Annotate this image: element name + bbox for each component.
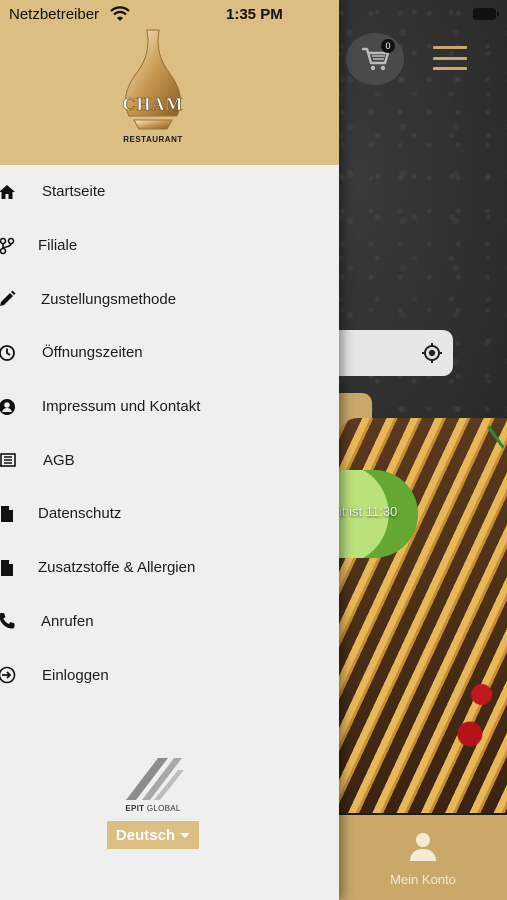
menu-item-filiale[interactable]: Filiale <box>0 219 339 273</box>
locate-icon[interactable] <box>421 342 443 364</box>
drawer-menu: Startseite Filiale Zustellungsmethode Öf… <box>0 165 339 702</box>
account-icon <box>410 833 436 861</box>
menu-item-agb[interactable]: AGB <box>0 433 339 487</box>
pencil-icon <box>0 290 16 307</box>
menu-item-einloggen[interactable]: Einloggen <box>0 648 339 702</box>
branch-icon <box>0 237 15 254</box>
menu-item-impressum[interactable]: Impressum und Kontakt <box>0 380 339 434</box>
menu-item-label: Zusatzstoffe & Allergien <box>38 559 196 577</box>
cart-button[interactable]: 0 <box>346 33 404 85</box>
battery-icon <box>473 8 499 20</box>
menu-item-zustellungsmethode[interactable]: Zustellungsmethode <box>0 272 339 326</box>
menu-item-label: Datenschutz <box>38 505 122 523</box>
language-select[interactable]: Deutsch <box>107 821 199 849</box>
restaurant-logo[interactable]: CHAM RESTAURANT <box>110 28 196 146</box>
menu-item-anrufen[interactable]: Anrufen <box>0 595 339 649</box>
navigation-drawer: CHAM RESTAURANT Startseite Filiale Zuste… <box>0 0 339 900</box>
document-icon <box>1 505 13 522</box>
tab-my-account[interactable]: Mein Konto <box>339 815 507 900</box>
menu-item-label: Filiale <box>38 237 78 255</box>
company-name: EPIT GLOBAL <box>125 804 181 813</box>
carafe-icon <box>125 29 181 130</box>
menu-item-label: Anrufen <box>41 612 94 630</box>
wifi-icon <box>110 6 130 21</box>
company-logo: EPIT GLOBAL <box>120 752 186 814</box>
restaurant-subtitle: RESTAURANT <box>123 135 183 144</box>
menu-item-zusatzstoffe[interactable]: Zusatzstoffe & Allergien <box>0 541 339 595</box>
menu-item-label: Startseite <box>42 183 106 201</box>
restaurant-name: CHAM <box>122 94 184 115</box>
document-icon <box>1 559 13 576</box>
opening-time-note: it ist 11:30 <box>339 504 398 519</box>
menu-item-label: Zustellungsmethode <box>41 290 177 308</box>
epit-slashes-icon <box>126 758 184 800</box>
menu-item-label: AGB <box>43 451 75 469</box>
clock-icon <box>0 345 15 361</box>
hamburger-menu-icon[interactable] <box>433 46 467 70</box>
home-icon <box>0 184 15 199</box>
user-circle-icon <box>0 398 15 415</box>
caret-down-icon <box>180 832 191 838</box>
menu-item-label: Einloggen <box>42 666 109 684</box>
status-bar: Netzbetreiber 1:35 PM <box>0 0 507 30</box>
phone-icon <box>0 613 15 629</box>
tab-my-account-label: Mein Konto <box>390 872 456 887</box>
login-icon <box>0 666 16 684</box>
menu-item-oeffnungszeiten[interactable]: Öffnungszeiten <box>0 326 339 380</box>
cart-count-badge: 0 <box>381 39 395 53</box>
menu-item-label: Öffnungszeiten <box>42 344 143 362</box>
menu-item-startseite[interactable]: Startseite <box>0 165 339 219</box>
menu-item-datenschutz[interactable]: Datenschutz <box>0 487 339 541</box>
status-time: 1:35 PM <box>226 6 283 23</box>
address-search-bar[interactable] <box>330 330 453 376</box>
menu-item-label: Impressum und Kontakt <box>42 398 201 416</box>
newspaper-icon <box>0 453 16 468</box>
carrier-name: Netzbetreiber <box>9 6 100 23</box>
language-label: Deutsch <box>115 826 176 844</box>
